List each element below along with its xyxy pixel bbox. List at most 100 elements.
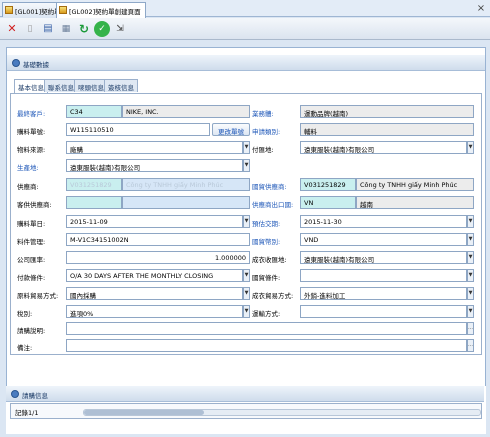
garment-trade-label: 成衣貿易方式:	[252, 292, 294, 300]
chevron-down-icon[interactable]: ▼	[467, 251, 474, 264]
contract-mgmt-label: 料件管理:	[17, 238, 46, 246]
tab-basic-info-label: 基本信息	[18, 84, 44, 92]
supplier-code-field[interactable]: V031251829	[66, 178, 122, 191]
detail-section-header[interactable]: 請購信息	[6, 386, 484, 402]
expected-delivery-field[interactable]: 2015-11-30	[300, 215, 467, 228]
tab-signoff-info-label: 簽核信息	[108, 84, 134, 92]
tab-mark-info[interactable]: 嘜頭信息	[74, 79, 108, 92]
horizontal-scrollbar[interactable]	[83, 409, 481, 416]
supplier-origin-label: 供應商出口國:	[252, 201, 294, 209]
expected-delivery-label: 預估交期:	[252, 220, 281, 228]
apply-type-label: 申請類別:	[252, 128, 281, 136]
producer-field[interactable]: 遠東服裝(越南)有限公司	[66, 159, 243, 172]
purchase-date-label: 購料單日:	[17, 220, 46, 228]
calendar-dropdown-icon[interactable]: ▼	[243, 215, 250, 228]
expand-icon[interactable]: …	[467, 322, 474, 335]
tab-basic-info[interactable]: 基本信息	[14, 79, 48, 93]
customer-supplier-name-field	[122, 196, 250, 209]
save-icon[interactable]: ▤	[40, 21, 56, 37]
chevron-down-icon[interactable]: ▼	[243, 269, 250, 282]
tax-field[interactable]: 進項0%	[66, 305, 243, 318]
supplier-origin-name-field: 越南	[356, 196, 474, 209]
remark-label: 備注:	[17, 344, 33, 352]
customer-supplier-code-field[interactable]	[66, 196, 122, 209]
material-source-label: 物料來源:	[17, 146, 46, 154]
domestic-currency-field[interactable]: VND	[300, 233, 467, 246]
supplier-label: 供應商:	[17, 183, 39, 191]
purchase-desc-label: 請購說明:	[17, 327, 46, 335]
detail-section: 請購信息 記錄1/1	[6, 386, 486, 434]
purchase-desc-field[interactable]	[66, 322, 467, 335]
detail-section-title: 請購信息	[22, 392, 48, 400]
chevron-down-icon[interactable]: ▼	[243, 159, 250, 172]
print-icon[interactable]: ▦	[58, 21, 74, 37]
domestic-supplier-code-field[interactable]: V031251829	[300, 178, 356, 191]
customer-code-field[interactable]: C34	[66, 105, 122, 118]
document-tab-bar: [GL001]契約單 [GL002]契約單創建頁面 ×	[0, 0, 490, 18]
trade-terms-label: 國貿條件:	[252, 274, 281, 282]
document-icon	[59, 6, 67, 14]
receive-label: 成衣收匯地:	[252, 256, 287, 264]
collapse-icon[interactable]	[11, 390, 19, 398]
confirm-icon[interactable]: ✓	[94, 21, 110, 37]
domestic-supplier-label: 國貿供應商:	[252, 183, 287, 191]
purchase-no-field[interactable]: W115110510	[66, 123, 210, 136]
tab-mark-info-label: 嘜頭信息	[78, 84, 104, 92]
supplier-name-field: Công ty TNHH giấy Minh Phúc	[122, 178, 250, 191]
tab-gl002[interactable]: [GL002]契約單創建頁面	[56, 2, 146, 18]
close-icon[interactable]: ✕	[4, 21, 20, 37]
remark-field[interactable]	[66, 339, 467, 352]
tab-gl002-label: [GL002]契約單創建頁面	[69, 8, 141, 16]
tab-gl001-label: [GL001]契約單	[15, 8, 61, 16]
material-trade-label: 原料貿易方式:	[17, 292, 59, 300]
change-no-button[interactable]: 更改單號	[212, 123, 250, 136]
domestic-supplier-name-field: Công ty TNHH giấy Minh Phúc	[356, 178, 474, 191]
record-counter: 記錄1/1	[15, 409, 39, 417]
chevron-down-icon[interactable]: ▼	[243, 141, 250, 154]
business-field[interactable]: 運動品牌(越南)	[300, 105, 474, 118]
tab-contact-info[interactable]: 聯系信息	[44, 79, 78, 92]
basic-section-title: 基礎數據	[23, 61, 49, 69]
chevron-down-icon[interactable]: ▼	[243, 287, 250, 300]
payment-terms-field[interactable]: O/A 30 DAYS AFTER THE MONTHLY CLOSING	[66, 269, 243, 282]
expand-icon[interactable]: …	[467, 339, 474, 352]
delete-icon[interactable]: ▯	[22, 21, 38, 37]
chevron-down-icon[interactable]: ▼	[467, 269, 474, 282]
calendar-dropdown-icon[interactable]: ▼	[467, 215, 474, 228]
domestic-currency-label: 國貿幣別:	[252, 238, 281, 246]
chevron-down-icon[interactable]: ▼	[467, 287, 474, 300]
exchange-rate-label: 公司匯率:	[17, 256, 46, 264]
customer-label: 最終客戶:	[17, 110, 46, 118]
collapse-icon[interactable]	[12, 59, 20, 67]
contract-mgmt-field[interactable]: M-V1C34151002N	[66, 233, 250, 246]
payment-field[interactable]: 遠東服裝(越南)有限公司	[300, 141, 467, 154]
transport-field[interactable]	[300, 305, 467, 318]
apply-type-field[interactable]: 輔料	[300, 123, 474, 136]
chevron-down-icon[interactable]: ▼	[243, 305, 250, 318]
tab-contact-info-label: 聯系信息	[48, 84, 74, 92]
exit-icon[interactable]: ⇲	[112, 21, 128, 37]
toolbar: ✕ ▯ ▤ ▦ ↻ ✓ ⇲	[0, 18, 490, 40]
tax-label: 稅別:	[17, 310, 33, 318]
transport-label: 運輸方式:	[252, 310, 281, 318]
window-close-icon[interactable]: ×	[475, 3, 487, 14]
garment-trade-field[interactable]: 外銷-進料加工	[300, 287, 467, 300]
refresh-icon[interactable]: ↻	[76, 21, 92, 37]
customer-name-field: NIKE, INC.	[122, 105, 250, 118]
chevron-down-icon[interactable]: ▼	[467, 305, 474, 318]
receive-field[interactable]: 遠東服裝(越南)有限公司	[300, 251, 467, 264]
trade-terms-field[interactable]	[300, 269, 467, 282]
document-icon	[5, 6, 13, 14]
tab-signoff-info[interactable]: 簽核信息	[104, 79, 138, 92]
scrollbar-thumb[interactable]	[84, 410, 204, 415]
chevron-down-icon[interactable]: ▼	[467, 141, 474, 154]
material-trade-field[interactable]: 國內採購	[66, 287, 243, 300]
exchange-rate-field[interactable]: 1.000000	[66, 251, 250, 264]
purchase-date-field[interactable]: 2015-11-09	[66, 215, 243, 228]
customer-supplier-label: 客供供應商:	[17, 201, 52, 209]
business-label: 業務體:	[252, 110, 274, 118]
material-source-field[interactable]: 廠購	[66, 141, 243, 154]
basic-section-header[interactable]: 基礎數據	[7, 55, 485, 71]
chevron-down-icon[interactable]: ▼	[467, 233, 474, 246]
supplier-origin-code-field[interactable]: VN	[300, 196, 356, 209]
